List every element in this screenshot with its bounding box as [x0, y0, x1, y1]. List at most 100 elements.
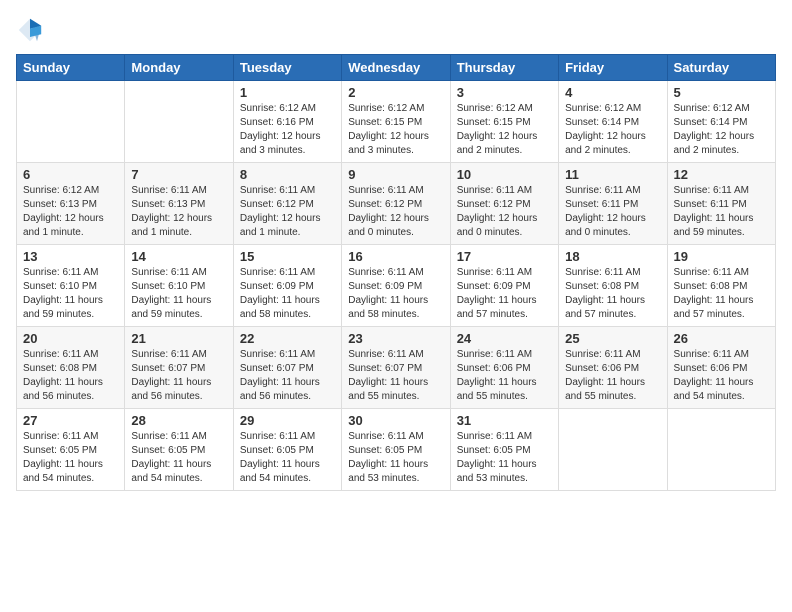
day-number: 21	[131, 331, 226, 346]
page-header	[16, 16, 776, 44]
day-info: Sunrise: 6:11 AM Sunset: 6:06 PM Dayligh…	[457, 348, 552, 404]
day-info: Sunrise: 6:11 AM Sunset: 6:09 PM Dayligh…	[348, 266, 443, 322]
calendar-cell: 19 Sunrise: 6:11 AM Sunset: 6:08 PM Dayli…	[667, 245, 775, 327]
day-number: 30	[348, 413, 443, 428]
day-number: 17	[457, 249, 552, 264]
day-header-wednesday: Wednesday	[342, 55, 450, 81]
day-header-tuesday: Tuesday	[233, 55, 341, 81]
calendar-week-1: 1 Sunrise: 6:12 AM Sunset: 6:16 PM Daylig…	[17, 81, 776, 163]
calendar-cell: 23 Sunrise: 6:11 AM Sunset: 6:07 PM Dayli…	[342, 327, 450, 409]
day-info: Sunrise: 6:11 AM Sunset: 6:07 PM Dayligh…	[240, 348, 335, 404]
calendar-cell: 5 Sunrise: 6:12 AM Sunset: 6:14 PM Daylig…	[667, 81, 775, 163]
day-info: Sunrise: 6:12 AM Sunset: 6:15 PM Dayligh…	[457, 102, 552, 158]
day-info: Sunrise: 6:11 AM Sunset: 6:05 PM Dayligh…	[131, 430, 226, 486]
calendar-cell: 14 Sunrise: 6:11 AM Sunset: 6:10 PM Dayli…	[125, 245, 233, 327]
day-info: Sunrise: 6:11 AM Sunset: 6:06 PM Dayligh…	[674, 348, 769, 404]
calendar-week-2: 6Sunrise: 6:12 AM Sunset: 6:13 PM Daylig…	[17, 163, 776, 245]
day-number: 3	[457, 85, 552, 100]
calendar-cell: 9Sunrise: 6:11 AM Sunset: 6:12 PM Daylig…	[342, 163, 450, 245]
calendar-cell	[559, 409, 667, 491]
calendar-cell: 26 Sunrise: 6:11 AM Sunset: 6:06 PM Dayli…	[667, 327, 775, 409]
logo	[16, 16, 48, 44]
calendar-cell: 4 Sunrise: 6:12 AM Sunset: 6:14 PM Daylig…	[559, 81, 667, 163]
calendar-cell	[667, 409, 775, 491]
day-header-monday: Monday	[125, 55, 233, 81]
day-number: 29	[240, 413, 335, 428]
calendar-cell: 22Sunrise: 6:11 AM Sunset: 6:07 PM Dayli…	[233, 327, 341, 409]
calendar-cell: 30 Sunrise: 6:11 AM Sunset: 6:05 PM Dayli…	[342, 409, 450, 491]
calendar-week-5: 27 Sunrise: 6:11 AM Sunset: 6:05 PM Dayli…	[17, 409, 776, 491]
day-number: 26	[674, 331, 769, 346]
calendar-week-4: 20Sunrise: 6:11 AM Sunset: 6:08 PM Dayli…	[17, 327, 776, 409]
day-info: Sunrise: 6:11 AM Sunset: 6:06 PM Dayligh…	[565, 348, 660, 404]
calendar-cell: 6Sunrise: 6:12 AM Sunset: 6:13 PM Daylig…	[17, 163, 125, 245]
day-number: 13	[23, 249, 118, 264]
day-info: Sunrise: 6:12 AM Sunset: 6:15 PM Dayligh…	[348, 102, 443, 158]
day-number: 27	[23, 413, 118, 428]
calendar-cell: 21Sunrise: 6:11 AM Sunset: 6:07 PM Dayli…	[125, 327, 233, 409]
calendar-cell: 12Sunrise: 6:11 AM Sunset: 6:11 PM Dayli…	[667, 163, 775, 245]
logo-icon	[16, 16, 44, 44]
day-number: 16	[348, 249, 443, 264]
day-number: 15	[240, 249, 335, 264]
day-info: Sunrise: 6:11 AM Sunset: 6:07 PM Dayligh…	[348, 348, 443, 404]
day-info: Sunrise: 6:12 AM Sunset: 6:14 PM Dayligh…	[565, 102, 660, 158]
calendar-cell: 29 Sunrise: 6:11 AM Sunset: 6:05 PM Dayli…	[233, 409, 341, 491]
calendar-cell: 28 Sunrise: 6:11 AM Sunset: 6:05 PM Dayli…	[125, 409, 233, 491]
day-info: Sunrise: 6:11 AM Sunset: 6:10 PM Dayligh…	[23, 266, 118, 322]
calendar-table: SundayMondayTuesdayWednesdayThursdayFrid…	[16, 54, 776, 491]
calendar-cell: 2Sunrise: 6:12 AM Sunset: 6:15 PM Daylig…	[342, 81, 450, 163]
day-info: Sunrise: 6:11 AM Sunset: 6:10 PM Dayligh…	[131, 266, 226, 322]
day-number: 24	[457, 331, 552, 346]
day-number: 19	[674, 249, 769, 264]
day-number: 25	[565, 331, 660, 346]
day-info: Sunrise: 6:11 AM Sunset: 6:08 PM Dayligh…	[674, 266, 769, 322]
day-info: Sunrise: 6:11 AM Sunset: 6:08 PM Dayligh…	[23, 348, 118, 404]
calendar-cell	[17, 81, 125, 163]
day-info: Sunrise: 6:11 AM Sunset: 6:05 PM Dayligh…	[240, 430, 335, 486]
calendar-cell: 15 Sunrise: 6:11 AM Sunset: 6:09 PM Dayli…	[233, 245, 341, 327]
calendar-cell: 11 Sunrise: 6:11 AM Sunset: 6:11 PM Dayli…	[559, 163, 667, 245]
day-number: 6	[23, 167, 118, 182]
day-number: 12	[674, 167, 769, 182]
day-info: Sunrise: 6:11 AM Sunset: 6:05 PM Dayligh…	[23, 430, 118, 486]
day-number: 11	[565, 167, 660, 182]
calendar-cell: 31Sunrise: 6:11 AM Sunset: 6:05 PM Dayli…	[450, 409, 558, 491]
calendar-cell: 1 Sunrise: 6:12 AM Sunset: 6:16 PM Daylig…	[233, 81, 341, 163]
calendar-cell: 7Sunrise: 6:11 AM Sunset: 6:13 PM Daylig…	[125, 163, 233, 245]
calendar-cell: 17 Sunrise: 6:11 AM Sunset: 6:09 PM Dayli…	[450, 245, 558, 327]
day-number: 23	[348, 331, 443, 346]
day-number: 18	[565, 249, 660, 264]
day-number: 5	[674, 85, 769, 100]
calendar-cell: 3 Sunrise: 6:12 AM Sunset: 6:15 PM Daylig…	[450, 81, 558, 163]
calendar-cell	[125, 81, 233, 163]
calendar-week-3: 13 Sunrise: 6:11 AM Sunset: 6:10 PM Dayli…	[17, 245, 776, 327]
day-header-thursday: Thursday	[450, 55, 558, 81]
day-number: 14	[131, 249, 226, 264]
calendar-cell: 24 Sunrise: 6:11 AM Sunset: 6:06 PM Dayli…	[450, 327, 558, 409]
day-header-saturday: Saturday	[667, 55, 775, 81]
calendar-cell: 20Sunrise: 6:11 AM Sunset: 6:08 PM Dayli…	[17, 327, 125, 409]
calendar-cell: 8Sunrise: 6:11 AM Sunset: 6:12 PM Daylig…	[233, 163, 341, 245]
calendar-cell: 16 Sunrise: 6:11 AM Sunset: 6:09 PM Dayli…	[342, 245, 450, 327]
day-info: Sunrise: 6:11 AM Sunset: 6:11 PM Dayligh…	[565, 184, 660, 240]
calendar-cell: 27 Sunrise: 6:11 AM Sunset: 6:05 PM Dayli…	[17, 409, 125, 491]
calendar-cell: 18 Sunrise: 6:11 AM Sunset: 6:08 PM Dayli…	[559, 245, 667, 327]
day-number: 1	[240, 85, 335, 100]
day-number: 8	[240, 167, 335, 182]
day-info: Sunrise: 6:11 AM Sunset: 6:12 PM Dayligh…	[348, 184, 443, 240]
day-number: 4	[565, 85, 660, 100]
day-header-sunday: Sunday	[17, 55, 125, 81]
day-number: 28	[131, 413, 226, 428]
day-number: 10	[457, 167, 552, 182]
day-info: Sunrise: 6:11 AM Sunset: 6:09 PM Dayligh…	[240, 266, 335, 322]
day-info: Sunrise: 6:11 AM Sunset: 6:09 PM Dayligh…	[457, 266, 552, 322]
day-info: Sunrise: 6:12 AM Sunset: 6:16 PM Dayligh…	[240, 102, 335, 158]
day-number: 7	[131, 167, 226, 182]
day-header-friday: Friday	[559, 55, 667, 81]
day-info: Sunrise: 6:11 AM Sunset: 6:08 PM Dayligh…	[565, 266, 660, 322]
day-info: Sunrise: 6:11 AM Sunset: 6:05 PM Dayligh…	[348, 430, 443, 486]
calendar-cell: 13 Sunrise: 6:11 AM Sunset: 6:10 PM Dayli…	[17, 245, 125, 327]
day-info: Sunrise: 6:11 AM Sunset: 6:05 PM Dayligh…	[457, 430, 552, 486]
day-info: Sunrise: 6:12 AM Sunset: 6:14 PM Dayligh…	[674, 102, 769, 158]
